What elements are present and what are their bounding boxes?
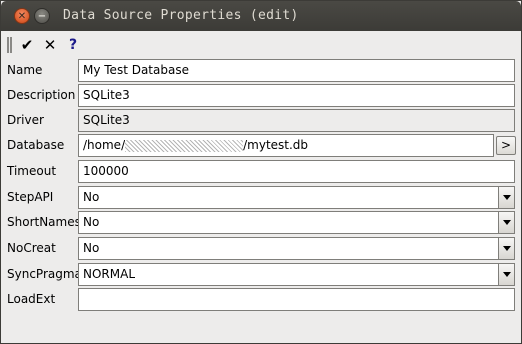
name-field[interactable]: My Test Database [78, 59, 515, 82]
timeout-label: Timeout [7, 164, 57, 178]
help-glyph: ? [68, 37, 78, 53]
title-bar: ✕ − Data Source Properties (edit) [1, 1, 521, 31]
cancel-x-icon[interactable]: ✕ [40, 35, 60, 55]
nocreat-select[interactable]: No [78, 237, 515, 260]
chevron-down-icon[interactable] [498, 238, 514, 259]
loadext-label: LoadExt [7, 292, 56, 306]
chevron-down-icon[interactable] [498, 212, 514, 233]
row-name: Name My Test Database [1, 58, 521, 84]
description-field[interactable]: SQLite3 [78, 84, 515, 107]
stepapi-select[interactable]: No [78, 186, 515, 209]
syncpragma-value: NORMAL [83, 267, 136, 281]
nocreat-value: No [83, 241, 100, 255]
minimize-icon[interactable]: − [34, 8, 50, 24]
help-question-icon[interactable]: ? [63, 35, 83, 55]
nocreat-label: NoCreat [7, 241, 56, 255]
shortnames-value: No [83, 215, 100, 229]
database-path-suffix: /mytest.db [243, 138, 309, 152]
driver-label: Driver [7, 113, 44, 127]
close-icon[interactable]: ✕ [14, 8, 30, 24]
stepapi-value: No [83, 190, 100, 204]
ok-checkmark-icon[interactable]: ✔ [17, 35, 37, 55]
toolbar: ✔ ✕ ? [1, 31, 521, 58]
chevron-down-icon[interactable] [498, 187, 514, 208]
database-path-prefix: /home/ [83, 138, 126, 152]
shortnames-select[interactable]: No [78, 211, 515, 234]
row-syncpragma: SyncPragma NORMAL [1, 262, 521, 288]
dialog-window: ✕ − Data Source Properties (edit) ✔ ✕ ? … [0, 0, 522, 344]
redacted-path-segment [125, 139, 244, 152]
description-label: Description [7, 88, 76, 102]
row-shortnames: ShortNames No [1, 210, 521, 236]
row-description: Description SQLite3 [1, 83, 521, 109]
syncpragma-select[interactable]: NORMAL [78, 263, 515, 286]
database-field[interactable]: /home/ /mytest.db [78, 134, 494, 157]
syncpragma-label: SyncPragma [7, 267, 82, 281]
chevron-down-icon[interactable] [498, 264, 514, 285]
row-nocreat: NoCreat No [1, 236, 521, 262]
row-database: Database /home/ /mytest.db > [1, 133, 521, 159]
browse-database-button[interactable]: > [496, 136, 516, 155]
timeout-field[interactable]: 100000 [78, 160, 515, 183]
loadext-field[interactable] [78, 288, 515, 311]
row-timeout: Timeout 100000 [1, 159, 521, 185]
shortnames-label: ShortNames [7, 215, 81, 229]
name-label: Name [7, 63, 43, 77]
toolbar-grip-icon[interactable] [7, 37, 12, 53]
row-loadext: LoadExt [1, 287, 521, 313]
stepapi-label: StepAPI [7, 190, 54, 204]
row-stepapi: StepAPI No [1, 185, 521, 211]
driver-field: SQLite3 [78, 109, 515, 132]
database-label: Database [7, 138, 65, 152]
window-title: Data Source Properties (edit) [63, 8, 299, 23]
row-driver: Driver SQLite3 [1, 108, 521, 134]
